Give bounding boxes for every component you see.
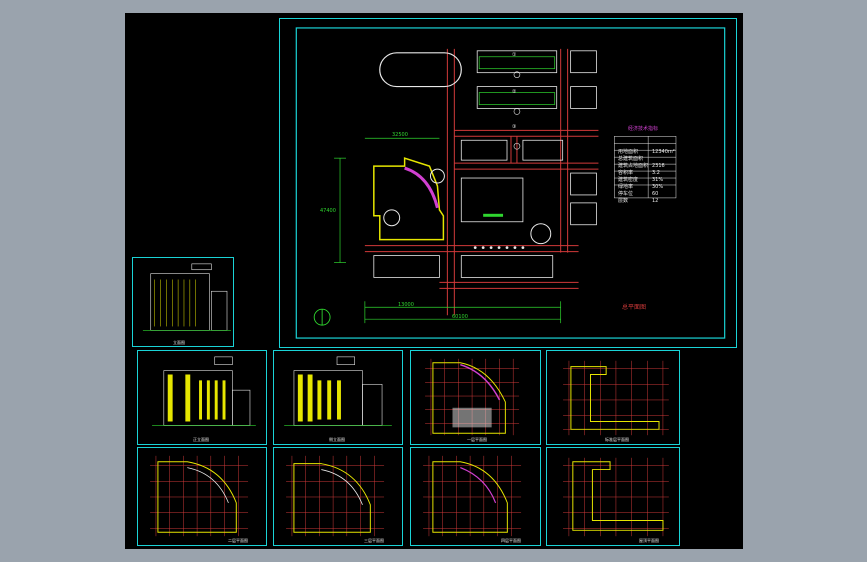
- dimension-bottom-2: 13000: [398, 302, 414, 308]
- elevation-drawing: [142, 263, 231, 331]
- table-title: 经济技术指标: [628, 126, 659, 132]
- floor-plan-drawing: [563, 457, 669, 537]
- floor-plan-drawing: [423, 455, 522, 537]
- road-label-2: ②: [512, 89, 517, 95]
- floor-plan-drawing: [286, 455, 385, 537]
- dimension-bottom: 60100: [452, 314, 468, 320]
- thumbnail-caption: 一层平面图: [467, 437, 487, 442]
- elevation-drawing: [152, 356, 256, 426]
- road-label-1: ①: [512, 52, 517, 58]
- sheet-elevation-2[interactable]: 正立面图: [137, 350, 267, 445]
- thumbnail-caption: 三层平面图: [364, 538, 384, 543]
- floor-plan-drawing: [150, 455, 249, 537]
- table-row: 层数: [618, 198, 629, 204]
- thumbnail-caption: 二层平面图: [228, 538, 248, 543]
- table-row: 12: [652, 198, 659, 204]
- floor-plan-drawing: [563, 360, 669, 436]
- drawing-canvas[interactable]: ① ② ③ 经济技术指标 用地面积 12340m² 总建筑面积 建筑占地面积 2…: [125, 13, 743, 549]
- thumbnail-caption: 立面图: [173, 340, 185, 345]
- cad-workspace[interactable]: ① ② ③ 经济技术指标 用地面积 12340m² 总建筑面积 建筑占地面积 2…: [0, 0, 867, 562]
- thumbnail-caption: 屋顶平面图: [639, 538, 659, 543]
- dimension-left: 47400: [320, 208, 336, 214]
- site-plan-drawing: [295, 27, 726, 339]
- sheet-plan-floor-4[interactable]: 四层平面图: [410, 447, 541, 546]
- sheet-plan-standard[interactable]: 标准层平面图: [546, 350, 680, 445]
- sheet-plan-floor-2[interactable]: 二层平面图: [137, 447, 267, 546]
- thumbnail-caption: 标准层平面图: [605, 437, 629, 442]
- site-plan-title: 总平面图: [622, 304, 647, 311]
- elevation-drawing: [284, 356, 392, 426]
- sheet-plan-roof[interactable]: 屋顶平面图: [546, 447, 680, 546]
- sheet-site-plan[interactable]: ① ② ③ 经济技术指标 用地面积 12340m² 总建筑面积 建筑占地面积 2…: [279, 18, 737, 348]
- thumbnail-caption: 四层平面图: [501, 538, 521, 543]
- thumbnail-caption: 侧立面图: [329, 437, 345, 442]
- sheet-plan-floor-3[interactable]: 三层平面图: [273, 447, 403, 546]
- floor-plan-drawing: [425, 358, 520, 436]
- thumbnail-caption: 正立面图: [193, 437, 209, 442]
- sheet-elevation-3[interactable]: 侧立面图: [273, 350, 403, 445]
- sheet-elevation-1[interactable]: 立面图: [132, 257, 234, 347]
- road-label-3: ③: [512, 124, 517, 130]
- dimension-top: 32500: [392, 132, 408, 138]
- sheet-plan-floor-1[interactable]: 一层平面图: [410, 350, 541, 445]
